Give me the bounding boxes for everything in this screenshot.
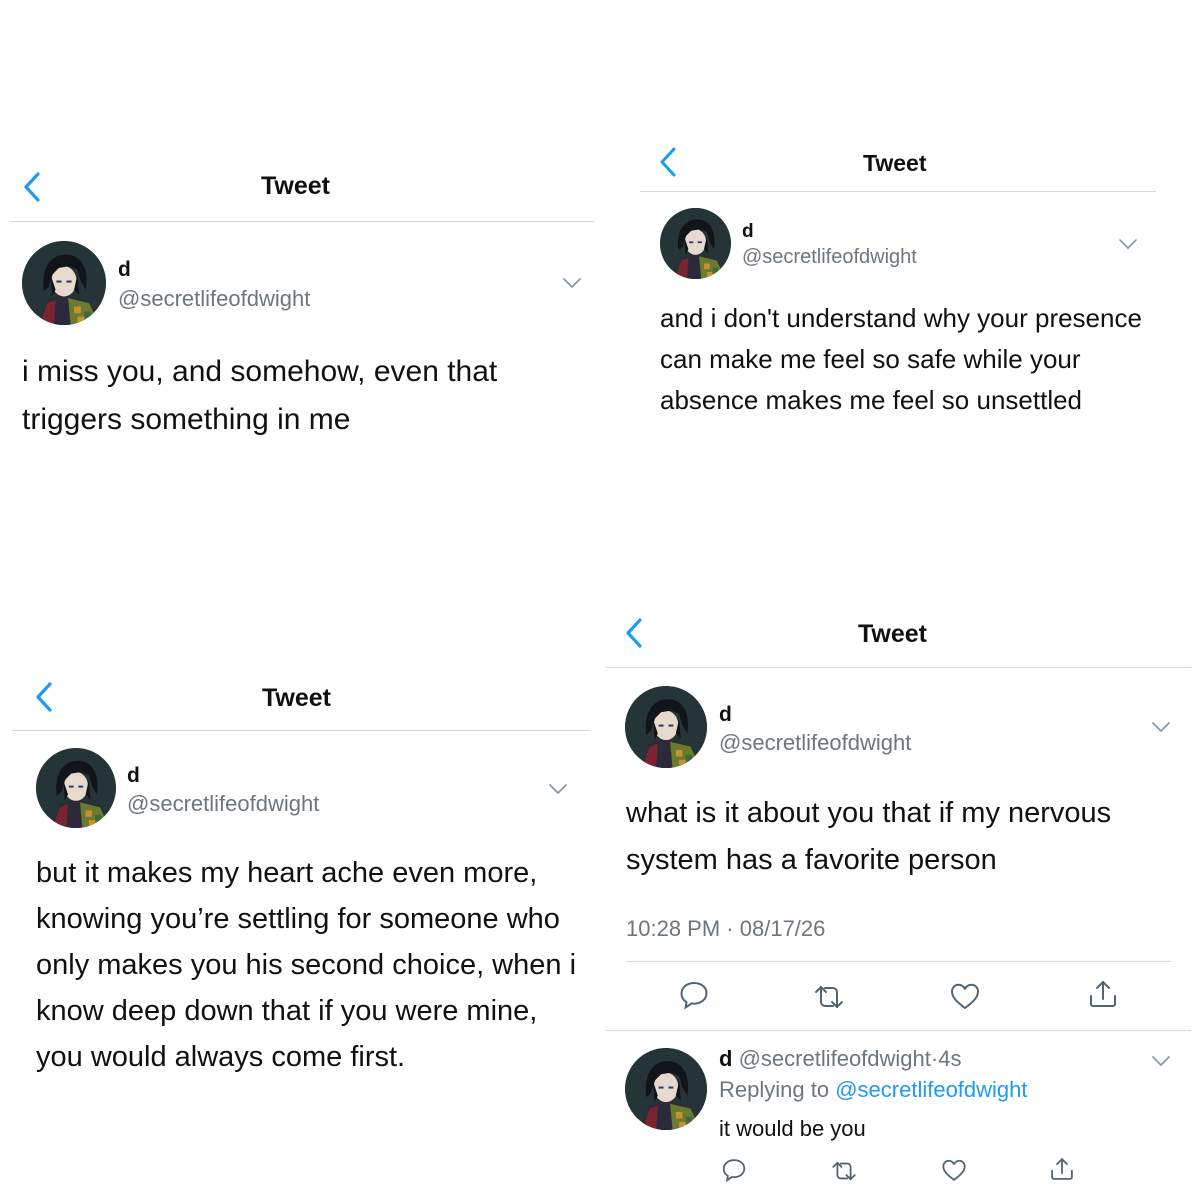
author-name[interactable]: d — [719, 703, 732, 727]
tweet-timestamp: 10:28 PM · 08/17/26 — [626, 916, 825, 942]
replying-to-link[interactable]: @secretlifeofdwight — [835, 1077, 1027, 1102]
author-name[interactable]: d — [742, 221, 754, 243]
retweet-icon[interactable] — [812, 980, 846, 1014]
author-handle[interactable]: @secretlifeofdwight — [719, 730, 911, 756]
speech-bubble-icon[interactable] — [720, 1156, 748, 1184]
reply-age: 4s — [938, 1046, 962, 1071]
avatar[interactable] — [660, 208, 731, 279]
author-handle[interactable]: @secretlifeofdwight — [742, 246, 917, 269]
chevron-down-icon[interactable] — [1151, 720, 1171, 732]
header-divider — [10, 221, 595, 222]
share-icon[interactable] — [1048, 1155, 1076, 1183]
share-icon[interactable] — [1086, 977, 1120, 1011]
reply-header: d @secretlifeofdwight·4s — [719, 1046, 961, 1072]
reply-text: it would be you — [719, 1116, 866, 1141]
tweet-text: i miss you, and somehow, even that trigg… — [22, 355, 498, 436]
chevron-down-icon[interactable] — [1151, 1054, 1171, 1066]
avatar[interactable] — [625, 686, 707, 768]
back-chevron-icon[interactable] — [622, 616, 650, 650]
tweet-time: 10:28 PM — [626, 916, 721, 941]
chevron-down-icon[interactable] — [548, 782, 568, 794]
heart-icon[interactable] — [948, 979, 982, 1013]
author-handle[interactable]: @secretlifeofdwight — [118, 286, 310, 312]
reply-author-handle[interactable]: @secretlifeofdwight — [739, 1046, 931, 1071]
header-title: Tweet — [261, 172, 330, 200]
avatar[interactable] — [22, 241, 106, 325]
avatar[interactable] — [36, 748, 116, 828]
back-chevron-icon[interactable] — [20, 170, 48, 204]
timestamp-divider — [626, 961, 1171, 962]
reply-avatar[interactable] — [625, 1048, 707, 1130]
back-chevron-icon[interactable] — [32, 680, 60, 714]
tweet-date: 08/17/26 — [739, 916, 826, 941]
header-title: Tweet — [863, 150, 927, 176]
header-divider — [606, 667, 1191, 668]
author-handle[interactable]: @secretlifeofdwight — [127, 791, 319, 817]
replying-to-label: Replying to — [719, 1077, 830, 1102]
author-name[interactable]: d — [118, 258, 131, 282]
header-title: Tweet — [858, 620, 927, 648]
reply-author-name[interactable]: d — [719, 1046, 732, 1071]
replying-to-line: Replying to @secretlifeofdwight — [719, 1077, 1028, 1103]
header-divider — [12, 730, 590, 731]
back-chevron-icon[interactable] — [656, 145, 684, 179]
header-divider — [640, 191, 1156, 192]
author-name[interactable]: d — [127, 764, 140, 788]
heart-icon[interactable] — [940, 1156, 968, 1184]
retweet-icon[interactable] — [830, 1157, 858, 1185]
speech-bubble-icon[interactable] — [677, 978, 711, 1012]
chevron-down-icon[interactable] — [1118, 237, 1138, 249]
timestamp-separator: · — [726, 916, 734, 941]
tweet-text: what is it about you that if my nervous … — [626, 797, 1112, 876]
actions-divider — [606, 1030, 1191, 1031]
tweet-text: but it makes my heart ache even more, kn… — [36, 857, 577, 1073]
chevron-down-icon[interactable] — [562, 276, 582, 288]
tweet-text: and i don't understand why your presence… — [660, 303, 1142, 415]
header-title: Tweet — [262, 684, 331, 712]
